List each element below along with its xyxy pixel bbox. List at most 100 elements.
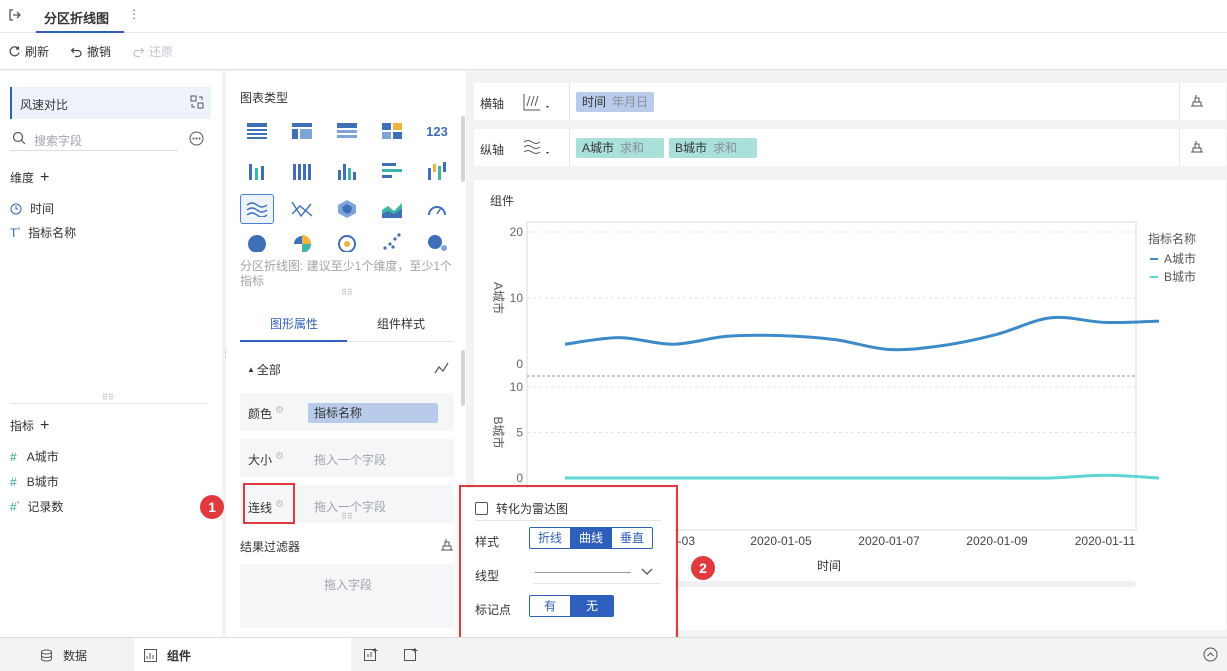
settings-icon[interactable]: ⚙ xyxy=(275,451,284,462)
measure-item-a[interactable]: # A城市 xyxy=(10,448,59,465)
chart-types-scrollbar[interactable] xyxy=(461,116,465,182)
x-tick-label: 2020-01-09 xyxy=(966,534,1028,548)
x-tick-label: 2020-01-05 xyxy=(750,534,812,548)
clock-icon xyxy=(10,203,22,214)
database-icon xyxy=(41,649,52,662)
switch-dataset-icon[interactable] xyxy=(190,95,204,112)
panel-axis-title: B城市 xyxy=(491,416,506,448)
gauge-chart-icon[interactable] xyxy=(420,194,454,224)
dimensions-header: 维度 + xyxy=(10,169,49,186)
redo-label: 还原 xyxy=(149,45,174,59)
chart-icon xyxy=(144,649,157,662)
step-badge-1: 1 xyxy=(200,495,224,519)
y-field-pill-b[interactable]: B城市 求和 xyxy=(669,138,757,158)
props-tabs: 图形属性 组件样式 xyxy=(240,302,454,342)
dataset-selector[interactable]: 风速对比 xyxy=(10,87,211,119)
data-tab-label: 数据 xyxy=(63,649,88,663)
panel-axis-title: A城市 xyxy=(491,282,506,314)
filter-placeholder: 拖入字段 xyxy=(324,578,373,592)
y-field-name: A城市 xyxy=(582,141,615,155)
partition-line-chart-icon[interactable] xyxy=(240,194,274,224)
horizontal-bar-icon[interactable] xyxy=(375,156,409,186)
size-field-row[interactable]: 大小 ⚙ 拖入一个字段 xyxy=(240,439,454,477)
legend-label: B城市 xyxy=(1164,270,1197,284)
y-field-pill-a[interactable]: A城市 求和 xyxy=(576,138,664,158)
chart-types-title: 图表类型 xyxy=(240,91,289,105)
dimensions-title: 维度 xyxy=(10,171,35,185)
search-icon xyxy=(12,131,26,148)
waterfall-chart-icon[interactable] xyxy=(420,156,454,186)
bar-chart-icon[interactable] xyxy=(330,156,364,186)
drag-handle-icon[interactable]: ⠿⠿ xyxy=(102,393,114,402)
legend-swatch xyxy=(1150,257,1158,260)
bubble-chart-icon[interactable] xyxy=(420,232,454,252)
more-options-icon[interactable] xyxy=(189,131,204,149)
all-section-header[interactable]: ▲ 全部 xyxy=(247,361,281,378)
detail-table-icon[interactable] xyxy=(330,116,364,146)
redo-button[interactable]: 还原 xyxy=(132,43,173,60)
x-field-pill[interactable]: 时间 年月日 xyxy=(576,92,655,112)
tab-shape-props[interactable]: 图形属性 xyxy=(240,302,347,342)
cross-table-icon[interactable] xyxy=(285,116,319,146)
filter-settings-icon[interactable] xyxy=(440,538,454,555)
add-measure-icon[interactable]: + xyxy=(40,417,49,433)
tab-label: 图形属性 xyxy=(270,317,319,331)
props-scrollbar[interactable] xyxy=(461,350,465,406)
redo-icon xyxy=(133,47,145,58)
refresh-icon xyxy=(9,46,20,57)
legend-item-b[interactable]: B城市 xyxy=(1150,268,1196,285)
kpi-card-icon[interactable] xyxy=(375,116,409,146)
data-tab[interactable]: 数据 xyxy=(40,647,87,664)
component-tab[interactable]: 组件 xyxy=(134,638,351,671)
y-tick-label: 20 xyxy=(510,225,524,239)
drag-handle-icon[interactable]: ⠿⠿ xyxy=(341,288,353,297)
measure-item-b[interactable]: # B城市 xyxy=(10,473,59,490)
search-input[interactable]: 搜索字段 xyxy=(10,127,178,151)
measures-header: 指标 + xyxy=(10,417,49,434)
number-card-icon[interactable]: 123 xyxy=(420,116,454,146)
rose-chart-icon[interactable] xyxy=(285,232,319,252)
y-axis-type-icon[interactable] xyxy=(522,138,552,161)
filter-dropzone[interactable]: 拖入字段 xyxy=(240,564,454,628)
refresh-button[interactable]: 刷新 xyxy=(8,43,49,60)
x-axis-type-icon[interactable] xyxy=(522,92,552,115)
table-chart-icon[interactable] xyxy=(240,116,274,146)
bottom-bar: 数据 组件 xyxy=(0,637,1227,671)
tab-component-style[interactable]: 组件样式 xyxy=(347,302,454,342)
undo-button[interactable]: 撤销 xyxy=(70,43,111,60)
more-vertical-icon[interactable]: ⋮ xyxy=(128,7,140,21)
divider xyxy=(569,129,570,166)
scatter-chart-icon[interactable] xyxy=(375,232,409,252)
radar-chart-icon[interactable] xyxy=(330,194,364,224)
axis-settings-icon[interactable] xyxy=(1190,140,1204,157)
drag-handle-icon[interactable]: ⠿⠿ xyxy=(341,512,353,521)
color-field-row[interactable]: 颜色 ⚙ 指标名称 xyxy=(240,393,454,431)
expand-up-icon[interactable] xyxy=(1203,647,1218,665)
legend-item-a[interactable]: A城市 xyxy=(1150,250,1196,267)
area-chart-icon[interactable] xyxy=(375,194,409,224)
axis-settings-icon[interactable] xyxy=(1190,94,1204,111)
legend-title: 指标名称 xyxy=(1148,232,1197,246)
dimension-item-time[interactable]: 时间 xyxy=(10,200,54,217)
stacked-bar-icon[interactable] xyxy=(285,156,319,186)
line-type-icon[interactable] xyxy=(434,362,449,377)
exit-icon[interactable] xyxy=(8,8,22,25)
line-chart-icon[interactable] xyxy=(285,194,319,224)
measure-item-count[interactable]: #* 记录数 xyxy=(10,498,63,515)
x-axis-row: 横轴 时间 年月日 xyxy=(474,83,1226,120)
dimension-item-metric-name[interactable]: T* 指标名称 xyxy=(10,224,76,241)
add-dashboard-icon[interactable] xyxy=(404,647,419,665)
y-tick-label: 0 xyxy=(516,471,523,485)
panel-splitter[interactable] xyxy=(10,403,208,404)
map-chart-icon[interactable] xyxy=(330,232,364,252)
x-field-sub: 年月日 xyxy=(612,95,649,109)
pie-chart-icon[interactable] xyxy=(240,232,274,252)
size-dropzone[interactable]: 拖入一个字段 xyxy=(314,451,386,468)
add-dimension-icon[interactable]: + xyxy=(40,169,49,185)
grouped-bar-icon[interactable] xyxy=(240,156,274,186)
add-component-icon[interactable] xyxy=(364,647,379,665)
settings-icon[interactable]: ⚙ xyxy=(275,405,284,416)
chart-type-hint: 分区折线图: 建议至少1个维度，至少1个指标 xyxy=(240,259,453,288)
filter-title: 结果过滤器 xyxy=(240,540,301,554)
color-field-pill[interactable]: 指标名称 xyxy=(308,403,438,423)
